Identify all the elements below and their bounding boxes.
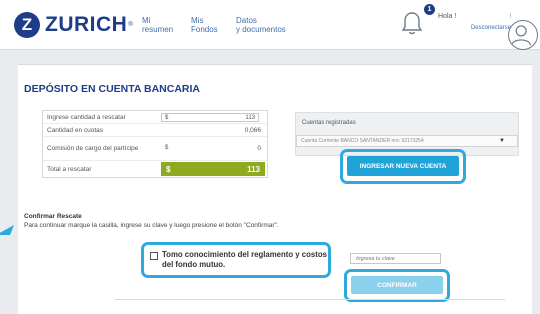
amount-currency: $ xyxy=(165,114,169,121)
zurich-logo-mark: Z xyxy=(14,12,40,38)
nav-mi-resumen[interactable]: Mi resumen xyxy=(142,16,173,34)
confirm-button[interactable]: CONFIRMAR xyxy=(351,276,443,294)
total-currency: $ xyxy=(166,164,171,174)
total-label: Total a rescatar xyxy=(47,165,92,173)
amount-row: Ingrese cantidad a rescatar $ 113 xyxy=(43,111,267,124)
user-icon xyxy=(511,25,532,46)
commission-label: Comisión de cargo del partícipe xyxy=(47,145,139,152)
registered-accounts-title: Cuentas registradas xyxy=(302,120,356,126)
rescate-form-table: Ingrese cantidad a rescatar $ 113 Cantid… xyxy=(42,110,268,178)
divider xyxy=(115,299,505,300)
notification-badge: 1 xyxy=(424,4,435,15)
cuotas-row: Cantidad en cuotas 0,066 xyxy=(43,124,267,137)
greeting-text: Hola ! xyxy=(438,13,457,20)
terms-checkbox-label: Tomo conocimiento del reglamento y costo… xyxy=(162,250,327,269)
cuotas-label: Cantidad en cuotas xyxy=(47,126,104,134)
total-value: 113 xyxy=(247,164,260,174)
nav-label-line2: resumen xyxy=(142,25,174,34)
bell-icon[interactable] xyxy=(400,10,424,36)
amount-value: 113 xyxy=(245,114,255,121)
avatar[interactable] xyxy=(508,20,538,50)
total-box: $ 113 xyxy=(161,162,265,176)
commission-currency: $ xyxy=(165,145,169,151)
nav-datos-documentos[interactable]: Datos y documentos xyxy=(236,16,286,34)
zurich-logo[interactable]: Z ZURICH ® xyxy=(14,12,133,38)
account-select-value: Cuenta Corriente BANCO SANTANDER nro: 62… xyxy=(301,138,424,144)
logout-line1: ! xyxy=(509,14,511,20)
nav-label-line1: Datos xyxy=(236,16,257,25)
top-header: Z ZURICH ® Mi resumen Mis Fondos Datos y… xyxy=(0,0,540,50)
brand-name: ZURICH xyxy=(45,13,128,36)
password-field[interactable] xyxy=(350,253,441,264)
terms-checkbox[interactable] xyxy=(150,252,158,260)
arrow-pointer-icon xyxy=(0,225,14,235)
page-title: DEPÓSITO EN CUENTA BANCARIA xyxy=(24,83,200,95)
dropdown-arrow-icon: ▼ xyxy=(499,138,505,144)
commission-cell: $ 0 xyxy=(161,145,267,152)
confirm-instructions: Para continuar marque la casilla, ingres… xyxy=(24,222,279,229)
logout-label: Desconectarse xyxy=(470,25,511,31)
amount-input[interactable]: $ 113 xyxy=(161,112,259,122)
total-cell: $ 113 xyxy=(161,162,267,176)
nav-label-line2: Fondos xyxy=(191,25,218,34)
commission-value: 0 xyxy=(257,145,261,152)
nav-label-line1: Mis xyxy=(191,16,204,25)
nav-label-line1: Mi xyxy=(142,16,151,25)
commission-row: Comisión de cargo del partícipe $ 0 xyxy=(43,137,267,161)
cuotas-value: 0,066 xyxy=(244,126,261,134)
new-account-button[interactable]: INGRESAR NUEVA CUENTA xyxy=(347,156,459,176)
amount-cell: $ 113 xyxy=(161,112,267,122)
registered-mark: ® xyxy=(128,22,133,28)
terms-checkbox-group[interactable]: Tomo conocimiento del reglamento y costo… xyxy=(141,242,331,278)
nav-mis-fondos[interactable]: Mis Fondos xyxy=(191,16,218,34)
amount-label: Ingrese cantidad a rescatar xyxy=(47,113,126,121)
confirm-section-title: Confirmar Rescate xyxy=(24,213,82,220)
total-row: Total a rescatar $ 113 xyxy=(43,161,267,177)
logout-link[interactable]: ! Desconectarse xyxy=(469,12,511,34)
nav-label-line2: y documentos xyxy=(236,25,286,34)
account-select[interactable]: Cuenta Corriente BANCO SANTANDER nro: 62… xyxy=(296,135,518,147)
